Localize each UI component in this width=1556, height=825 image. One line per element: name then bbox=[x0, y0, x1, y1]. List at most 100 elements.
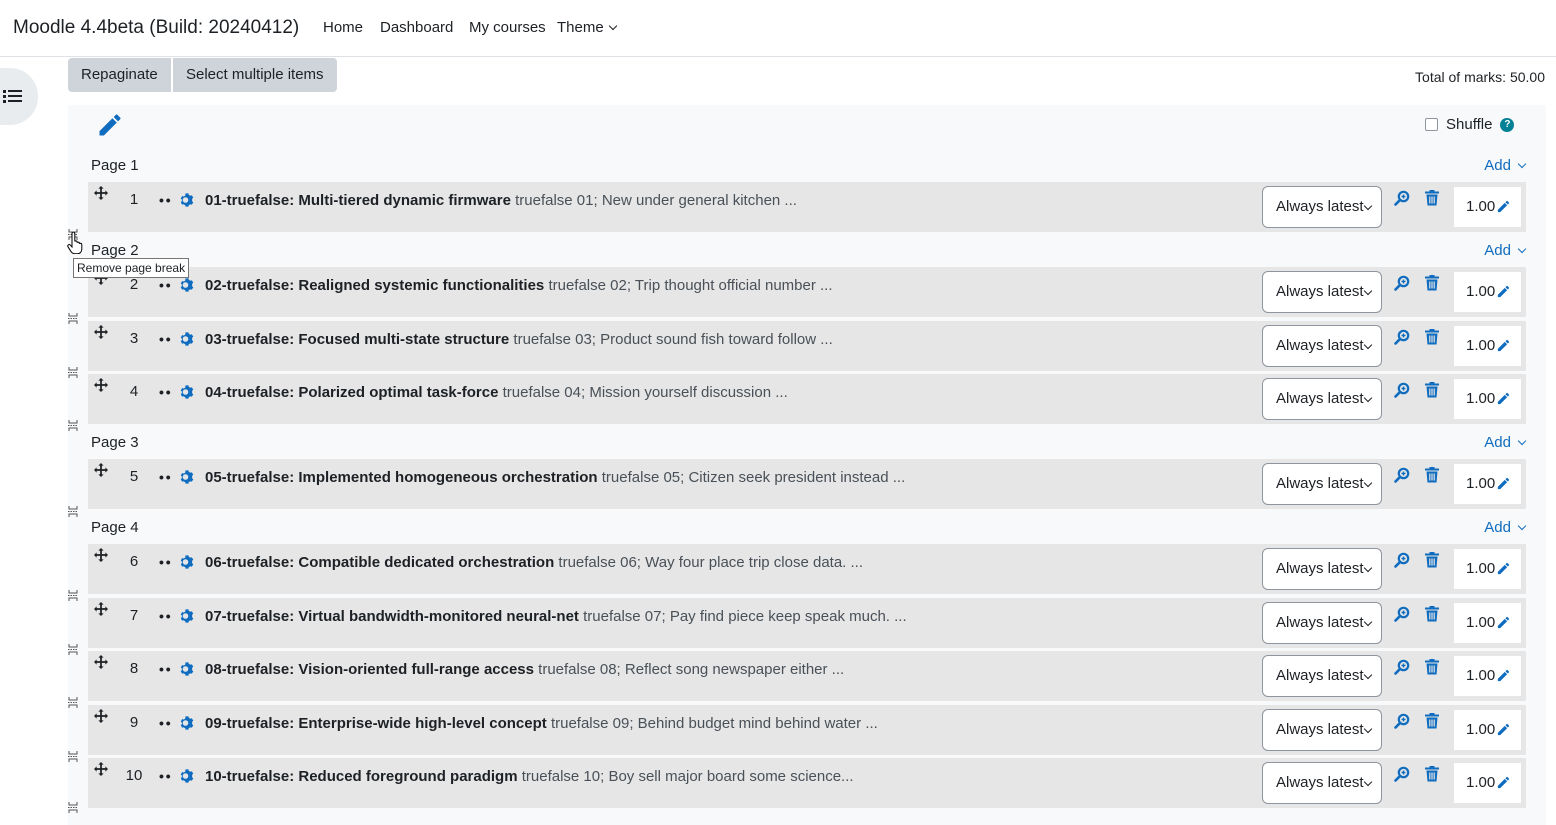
preview-search-icon[interactable] bbox=[1394, 275, 1410, 291]
nav-theme[interactable]: Theme bbox=[557, 19, 617, 36]
nav-home[interactable]: Home bbox=[323, 19, 363, 36]
edit-mark-pencil-icon[interactable] bbox=[1496, 668, 1511, 683]
max-mark[interactable]: 1.00 bbox=[1454, 326, 1521, 366]
max-mark[interactable]: 1.00 bbox=[1454, 464, 1521, 504]
preview-search-icon[interactable] bbox=[1394, 713, 1410, 729]
edit-mark-pencil-icon[interactable] bbox=[1496, 775, 1511, 790]
preview-search-icon[interactable] bbox=[1394, 467, 1410, 483]
nav-dashboard[interactable]: Dashboard bbox=[380, 19, 453, 36]
delete-trash-icon[interactable] bbox=[1425, 713, 1439, 729]
version-select[interactable]: Always latest bbox=[1262, 709, 1382, 751]
add-page-break-icon[interactable] bbox=[68, 367, 78, 378]
version-select[interactable]: Always latest bbox=[1262, 655, 1382, 697]
edit-mark-pencil-icon[interactable] bbox=[1496, 615, 1511, 630]
delete-trash-icon[interactable] bbox=[1425, 606, 1439, 622]
delete-trash-icon[interactable] bbox=[1425, 659, 1439, 675]
edit-gear-icon[interactable] bbox=[179, 277, 195, 293]
edit-mark-pencil-icon[interactable] bbox=[1496, 284, 1511, 299]
move-icon[interactable] bbox=[94, 548, 108, 562]
move-icon[interactable] bbox=[94, 378, 108, 392]
version-select[interactable]: Always latest bbox=[1262, 463, 1382, 505]
move-icon[interactable] bbox=[94, 186, 108, 200]
question-name[interactable]: 03-truefalse: Focused multi-state struct… bbox=[205, 331, 509, 348]
edit-mark-pencil-icon[interactable] bbox=[1496, 561, 1511, 576]
question-name[interactable]: 10-truefalse: Reduced foreground paradig… bbox=[205, 768, 518, 785]
edit-mark-pencil-icon[interactable] bbox=[1496, 338, 1511, 353]
course-index-toggle[interactable] bbox=[0, 68, 38, 125]
question-name[interactable]: 01-truefalse: Multi-tiered dynamic firmw… bbox=[205, 192, 511, 209]
move-icon[interactable] bbox=[94, 655, 108, 669]
edit-mark-pencil-icon[interactable] bbox=[1496, 722, 1511, 737]
add-page-break-icon[interactable] bbox=[68, 506, 78, 517]
add-menu[interactable]: Add bbox=[1484, 434, 1527, 451]
edit-mark-pencil-icon[interactable] bbox=[1496, 476, 1511, 491]
edit-gear-icon[interactable] bbox=[179, 192, 195, 208]
max-mark[interactable]: 1.00 bbox=[1454, 272, 1521, 312]
add-menu[interactable]: Add bbox=[1484, 157, 1527, 174]
move-icon[interactable] bbox=[94, 463, 108, 477]
add-page-break-icon[interactable] bbox=[68, 590, 78, 601]
question-name[interactable]: 08-truefalse: Vision-oriented full-range… bbox=[205, 661, 534, 678]
add-page-break-icon[interactable] bbox=[68, 802, 78, 813]
edit-section-pencil-icon[interactable] bbox=[96, 111, 124, 139]
add-menu[interactable]: Add bbox=[1484, 242, 1527, 259]
shuffle-control[interactable]: Shuffle ? bbox=[1425, 116, 1515, 133]
version-select[interactable]: Always latest bbox=[1262, 602, 1382, 644]
preview-search-icon[interactable] bbox=[1394, 659, 1410, 675]
question-name[interactable]: 05-truefalse: Implemented homogeneous or… bbox=[205, 469, 598, 486]
delete-trash-icon[interactable] bbox=[1425, 190, 1439, 206]
edit-gear-icon[interactable] bbox=[179, 384, 195, 400]
version-select[interactable]: Always latest bbox=[1262, 186, 1382, 228]
max-mark[interactable]: 1.00 bbox=[1454, 379, 1521, 419]
version-select[interactable]: Always latest bbox=[1262, 271, 1382, 313]
nav-my-courses[interactable]: My courses bbox=[469, 19, 546, 36]
add-menu[interactable]: Add bbox=[1484, 519, 1527, 536]
delete-trash-icon[interactable] bbox=[1425, 382, 1439, 398]
move-icon[interactable] bbox=[94, 762, 108, 776]
question-name[interactable]: 06-truefalse: Compatible dedicated orche… bbox=[205, 554, 554, 571]
edit-gear-icon[interactable] bbox=[179, 661, 195, 677]
max-mark[interactable]: 1.00 bbox=[1454, 656, 1521, 696]
version-select[interactable]: Always latest bbox=[1262, 548, 1382, 590]
preview-search-icon[interactable] bbox=[1394, 766, 1410, 782]
edit-gear-icon[interactable] bbox=[179, 608, 195, 624]
move-icon[interactable] bbox=[94, 709, 108, 723]
add-page-break-icon[interactable] bbox=[68, 697, 78, 708]
question-name[interactable]: 04-truefalse: Polarized optimal task-for… bbox=[205, 384, 498, 401]
delete-trash-icon[interactable] bbox=[1425, 467, 1439, 483]
question-name[interactable]: 02-truefalse: Realigned systemic functio… bbox=[205, 277, 544, 294]
delete-trash-icon[interactable] bbox=[1425, 766, 1439, 782]
help-icon[interactable]: ? bbox=[1500, 117, 1515, 132]
preview-search-icon[interactable] bbox=[1394, 552, 1410, 568]
version-select[interactable]: Always latest bbox=[1262, 325, 1382, 367]
select-multiple-button[interactable]: Select multiple items bbox=[173, 58, 337, 92]
add-page-break-icon[interactable] bbox=[68, 644, 78, 655]
add-page-break-icon[interactable] bbox=[68, 313, 78, 324]
edit-gear-icon[interactable] bbox=[179, 554, 195, 570]
question-name[interactable]: 09-truefalse: Enterprise-wide high-level… bbox=[205, 715, 547, 732]
delete-trash-icon[interactable] bbox=[1425, 552, 1439, 568]
edit-gear-icon[interactable] bbox=[179, 715, 195, 731]
version-select[interactable]: Always latest bbox=[1262, 378, 1382, 420]
edit-gear-icon[interactable] bbox=[179, 768, 195, 784]
preview-search-icon[interactable] bbox=[1394, 190, 1410, 206]
max-mark[interactable]: 1.00 bbox=[1454, 710, 1521, 750]
version-select[interactable]: Always latest bbox=[1262, 762, 1382, 804]
preview-search-icon[interactable] bbox=[1394, 382, 1410, 398]
add-page-break-icon[interactable] bbox=[68, 751, 78, 762]
max-mark[interactable]: 1.00 bbox=[1454, 763, 1521, 803]
edit-mark-pencil-icon[interactable] bbox=[1496, 199, 1511, 214]
preview-search-icon[interactable] bbox=[1394, 606, 1410, 622]
preview-search-icon[interactable] bbox=[1394, 329, 1410, 345]
shuffle-checkbox[interactable] bbox=[1425, 118, 1438, 131]
max-mark[interactable]: 1.00 bbox=[1454, 603, 1521, 643]
move-icon[interactable] bbox=[94, 602, 108, 616]
delete-trash-icon[interactable] bbox=[1425, 275, 1439, 291]
max-mark[interactable]: 1.00 bbox=[1454, 549, 1521, 589]
delete-trash-icon[interactable] bbox=[1425, 329, 1439, 345]
move-icon[interactable] bbox=[94, 325, 108, 339]
edit-gear-icon[interactable] bbox=[179, 331, 195, 347]
add-page-break-icon[interactable] bbox=[68, 420, 78, 431]
edit-mark-pencil-icon[interactable] bbox=[1496, 391, 1511, 406]
repaginate-button[interactable]: Repaginate bbox=[68, 58, 171, 92]
